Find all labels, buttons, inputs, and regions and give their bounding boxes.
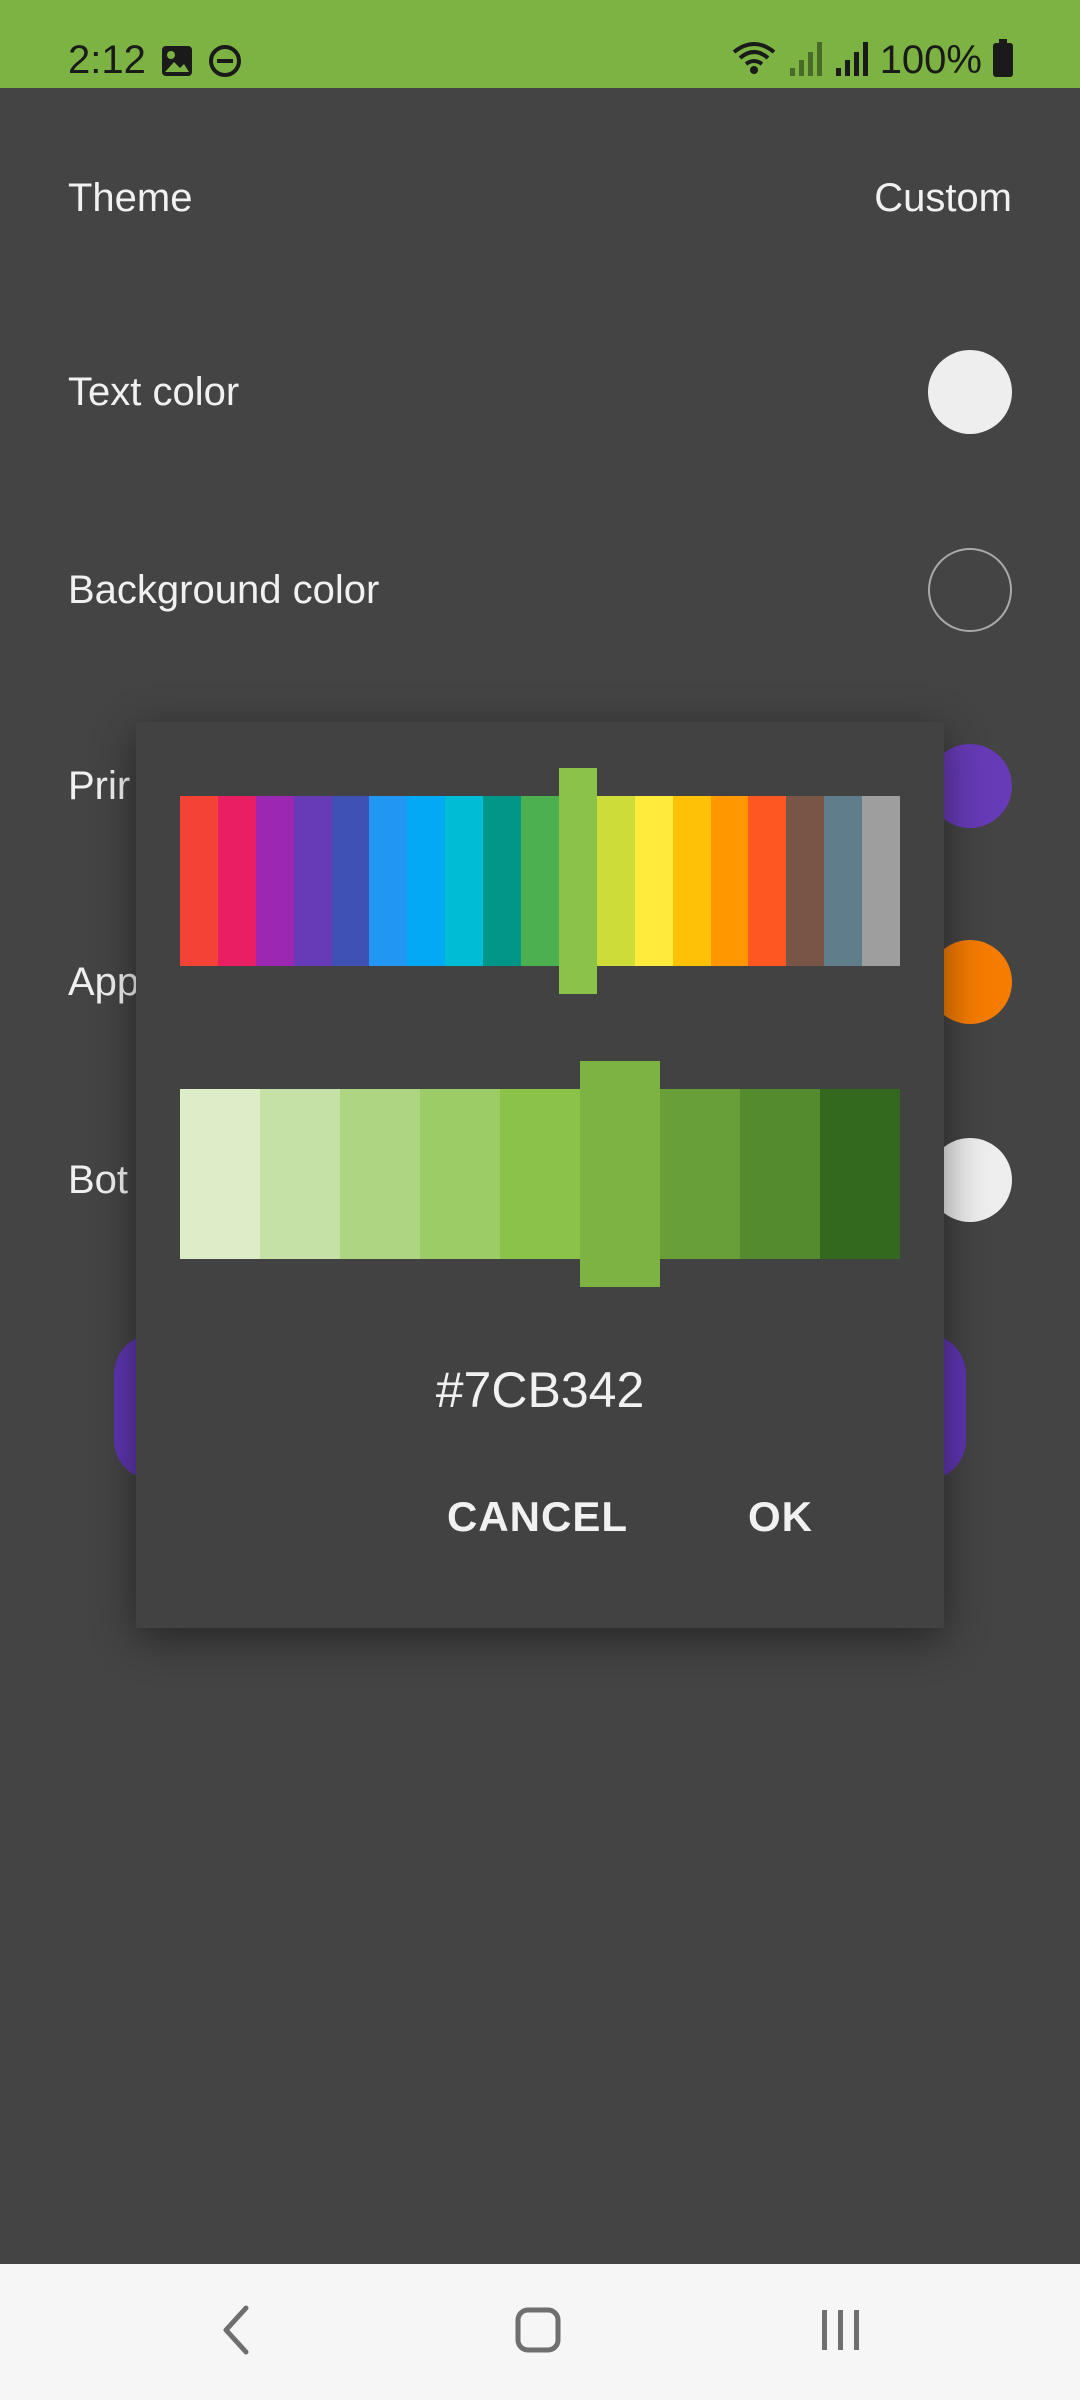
background-color-label: Background color [68, 568, 380, 612]
battery-icon [992, 38, 1014, 82]
shade-swatch[interactable] [420, 1089, 500, 1259]
back-icon[interactable] [206, 2298, 270, 2367]
shade-palette [180, 1061, 900, 1287]
hue-swatch[interactable] [862, 796, 900, 966]
background-color-row[interactable]: Background color [68, 530, 1012, 650]
hue-swatch[interactable] [483, 796, 522, 966]
bottom-color-label: Bot [68, 1158, 129, 1202]
recents-icon[interactable] [808, 2298, 872, 2367]
battery-percentage: 100% [879, 38, 982, 82]
primary-color-label: Prir [68, 764, 131, 808]
ok-button[interactable]: OK [748, 1492, 813, 1542]
shade-swatch-selected[interactable] [580, 1061, 660, 1287]
text-color-row[interactable]: Text color [68, 332, 1012, 452]
text-color-label: Text color [68, 370, 240, 414]
home-icon[interactable] [506, 2298, 570, 2367]
shade-swatch[interactable] [500, 1089, 580, 1259]
hue-swatch[interactable] [824, 796, 863, 966]
hue-swatch[interactable] [521, 796, 559, 966]
hue-swatch[interactable] [255, 796, 294, 966]
hue-swatch[interactable] [748, 796, 787, 966]
hue-palette [180, 768, 900, 994]
signal-icon [788, 38, 824, 83]
background-color-swatch[interactable] [928, 548, 1012, 632]
shade-swatch[interactable] [740, 1089, 820, 1259]
do-not-disturb-icon [208, 44, 242, 83]
image-icon [160, 44, 194, 83]
signal-icon [834, 38, 870, 83]
hue-swatch[interactable] [445, 796, 484, 966]
hue-swatch[interactable] [217, 796, 256, 966]
hex-value: #7CB342 [435, 1362, 645, 1418]
app-color-label: App [68, 960, 140, 1004]
text-color-swatch[interactable] [928, 350, 1012, 434]
status-bar: 2:12 100% [0, 0, 1080, 88]
status-time: 2:12 [68, 38, 146, 82]
theme-row[interactable]: Theme Custom [68, 138, 1012, 258]
hue-swatch[interactable] [634, 796, 673, 966]
cancel-button[interactable]: CANCEL [447, 1492, 628, 1542]
navigation-bar [0, 2264, 1080, 2400]
hue-swatch[interactable] [407, 796, 446, 966]
shade-swatch[interactable] [260, 1089, 340, 1259]
hue-swatch[interactable] [180, 796, 218, 966]
hue-swatch[interactable] [786, 796, 825, 966]
hue-swatch[interactable] [293, 796, 332, 966]
shade-swatch[interactable] [820, 1089, 900, 1259]
hue-swatch[interactable] [596, 796, 635, 966]
shade-swatch[interactable] [340, 1089, 420, 1259]
hue-swatch[interactable] [672, 796, 711, 966]
hue-swatch[interactable] [331, 796, 370, 966]
color-picker-dialog: #7CB342 CANCEL OK [136, 722, 944, 1628]
hue-swatch[interactable] [369, 796, 408, 966]
hue-swatch-selected[interactable] [558, 768, 597, 994]
shade-swatch[interactable] [180, 1089, 260, 1259]
hue-swatch[interactable] [710, 796, 749, 966]
wifi-icon [730, 38, 778, 83]
theme-label: Theme [68, 176, 193, 220]
theme-value: Custom [874, 176, 1012, 220]
shade-swatch[interactable] [660, 1089, 740, 1259]
